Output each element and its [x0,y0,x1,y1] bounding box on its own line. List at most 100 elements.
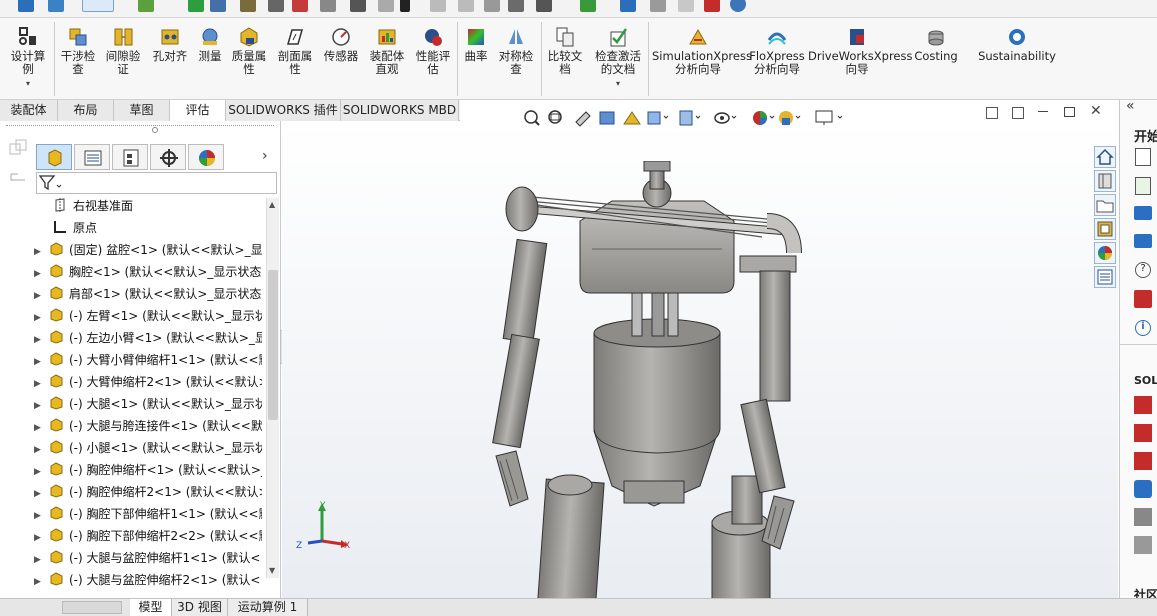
layer-icon[interactable] [430,0,446,12]
move-icon[interactable] [292,0,308,12]
tab-model[interactable]: 模型 [130,599,172,616]
maximize-window-icon[interactable] [1064,107,1075,117]
chevron-right-icon[interactable]: › [262,148,268,164]
expand-arrow-icon[interactable]: ▶ [34,374,48,392]
chevron-down-icon[interactable]: ▾ [6,77,50,90]
sw-tool-icon[interactable] [1134,396,1152,414]
driveworksxpress-button[interactable]: DriveWorksXpress 向导 [808,26,912,76]
tree-item[interactable]: ▶ (-) 小腿<1> (默认<<默认>_显示状 [34,438,262,458]
tab-solidworks-addins[interactable]: SOLIDWORKS 插件 [226,100,341,121]
open-document-icon[interactable] [1135,177,1151,195]
expand-arrow-icon[interactable]: ▶ [34,242,48,260]
design-study-button[interactable]: 设计算例 ▾ [6,26,50,90]
tree-item[interactable]: 右视基准面 [52,196,280,216]
symmetry-check-button[interactable]: 对称检查 [494,26,538,76]
rebuild-icon[interactable] [18,0,34,12]
tutorials-icon[interactable] [1134,206,1152,220]
tab-3d-view[interactable]: 3D 视图 [172,599,228,616]
measure-button[interactable]: 测量 [194,26,226,63]
tab-assembly[interactable]: 装配体 [0,100,58,121]
gear-icon[interactable] [458,0,474,12]
interference-check-button[interactable]: 干涉检查 [57,26,99,76]
file-explorer-icon[interactable] [1094,194,1116,216]
tree-item[interactable]: ▶ (-) 左边小臂<1> (默认<<默认>_显 [34,328,262,348]
mass-properties-button[interactable]: 质量属性 [228,26,270,76]
dimxpert-manager-tab[interactable] [150,144,186,170]
performance-evaluation-button[interactable]: 性能评估 [412,26,454,76]
expand-arrow-icon[interactable]: ▶ [34,440,48,458]
tree-item[interactable]: ▶ (-) 大腿<1> (默认<<默认>_显示状 [34,394,262,414]
expand-arrow-icon[interactable]: ▶ [34,286,48,304]
new-document-icon[interactable] [1135,148,1151,166]
floxpress-button[interactable]: FloXpress 分析向导 [748,26,806,76]
cut-icon[interactable] [536,0,552,12]
expand-arrow-icon[interactable]: ▶ [34,352,48,370]
mate-icon[interactable] [210,0,226,12]
property-manager-tab[interactable] [74,144,110,170]
section-icon[interactable] [484,0,500,12]
expand-arrow-icon[interactable]: ▶ [34,418,48,436]
hide-icon[interactable] [378,0,394,12]
assembly-visualization-button[interactable]: 装配体 直观 [366,26,408,76]
expand-arrow-icon[interactable]: ▶ [34,572,48,590]
minimize-pane-icon[interactable] [986,107,998,119]
sw-tool-icon[interactable] [1134,452,1152,470]
minimize-window-icon[interactable] [1038,111,1048,112]
tab-scroll-buttons[interactable] [62,601,122,614]
close-window-icon[interactable]: ✕ [1090,103,1102,119]
design-library-icon[interactable] [1094,170,1116,192]
check-mark-icon[interactable] [188,0,204,12]
expand-arrow-icon[interactable]: ▶ [34,462,48,480]
tab-motion-study[interactable]: 运动算例 1 [228,599,308,616]
section-properties-button[interactable]: 剖面属性 [274,26,316,76]
sw-tool-icon[interactable] [1134,536,1152,554]
simulationxpress-button[interactable]: SimulationXpress 分析向导 [652,26,752,76]
tree-item[interactable]: ▶ (-) 大腿与盆腔伸缩杆1<1> (默认< [34,548,262,568]
filter-box[interactable] [36,172,277,194]
tree-item[interactable]: ▶ (固定) 盆腔<1> (默认<<默认>_显示 [34,240,262,260]
confirm-icon[interactable] [580,0,596,12]
sigma-icon[interactable] [400,0,410,12]
help-icon[interactable]: ? [1135,262,1151,278]
chevron-down-icon[interactable]: ▾ [590,77,646,90]
scroll-thumb[interactable] [268,270,278,420]
pattern-icon[interactable] [268,0,284,12]
panel-grip[interactable] [6,125,274,128]
tool-icon[interactable] [320,0,336,12]
expand-arrow-icon[interactable]: ▶ [34,396,48,414]
component-icon[interactable] [240,0,256,12]
close-doc-icon[interactable] [704,0,720,12]
restore-pane-icon[interactable] [1012,107,1024,119]
tab-layout[interactable]: 布局 [58,100,114,121]
tab-evaluate[interactable]: 评估 [170,100,226,122]
expand-arrow-icon[interactable]: ▶ [34,550,48,568]
costing-button[interactable]: Costing [910,26,962,63]
tree-item[interactable]: ▶ (-) 胸腔下部伸缩杆2<2> (默认<<默 [34,526,262,546]
scroll-down-icon[interactable]: ▼ [269,566,275,575]
tree-item[interactable]: ▶ (-) 胸腔伸缩杆2<1> (默认<<默认> [34,482,262,502]
tree-item[interactable]: ▶ (-) 胸腔伸缩杆<1> (默认<<默认>_ [34,460,262,480]
whats-new-icon[interactable] [1134,234,1152,248]
tree-item[interactable]: ▶ (-) 左臂<1> (默认<<默认>_显示状 [34,306,262,326]
appearances-icon[interactable] [1094,242,1116,264]
save-icon[interactable] [620,0,636,12]
tree-item[interactable]: ▶ (-) 大腿与盆腔伸缩杆2<1> (默认< [34,570,262,590]
expand-arrow-icon[interactable]: ▶ [34,506,48,524]
display-icon[interactable] [508,0,524,12]
compare-documents-button[interactable]: 比较文档 [544,26,586,76]
panel-grip-handle[interactable] [152,127,158,133]
tree-item[interactable]: ▶ (-) 胸腔下部伸缩杆1<1> (默认<<默 [34,504,262,524]
hole-alignment-button[interactable]: 孔对齐 [148,26,192,63]
sustainability-button[interactable]: Sustainability [978,26,1056,63]
solidworks-resources-icon[interactable] [1134,290,1152,308]
help-icon[interactable] [730,0,746,12]
sw-tool-icon[interactable] [1134,424,1152,442]
print-icon[interactable] [650,0,666,12]
display-manager-tab[interactable] [188,144,224,170]
select-arrow-icon[interactable] [82,0,114,12]
scroll-up-icon[interactable]: ▲ [269,200,275,209]
tree-item[interactable]: ▶ 肩部<1> (默认<<默认>_显示状态 [34,284,262,304]
tree-item[interactable]: ▶ (-) 大臂小臂伸缩杆1<1> (默认<<默 [34,350,262,370]
clearance-verification-button[interactable]: 间隙验证 [102,26,144,76]
sw-tool-icon[interactable] [1134,480,1152,498]
